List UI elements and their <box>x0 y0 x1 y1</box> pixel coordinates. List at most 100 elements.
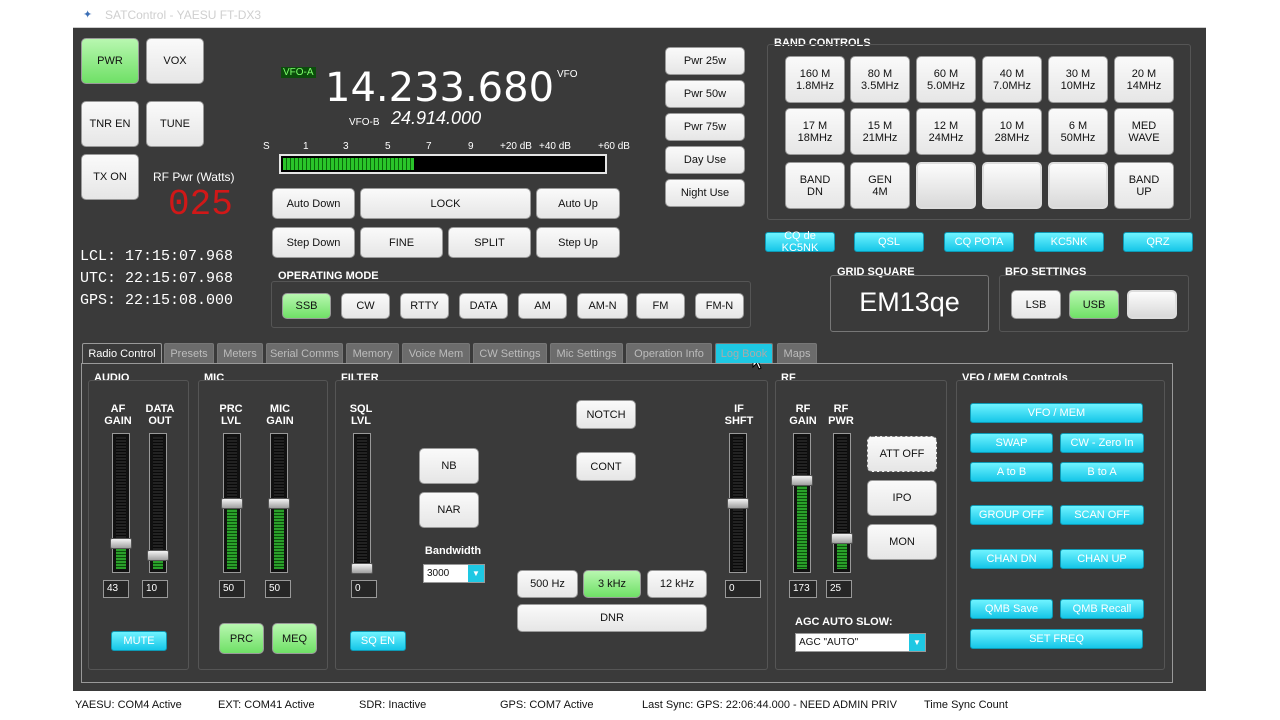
auto-down-button[interactable]: Auto Down <box>272 188 355 219</box>
rf-gain-slider[interactable] <box>793 433 811 573</box>
band-blank-button[interactable] <box>916 162 976 209</box>
chan-dn-button[interactable]: CHAN DN <box>970 549 1053 569</box>
nar-button[interactable]: NAR <box>419 492 479 528</box>
preset-button-pwr-75w[interactable]: Pwr 75w <box>665 113 745 141</box>
band-button-160-m[interactable]: 160 M 1.8MHz <box>785 56 845 103</box>
band-button-6-m[interactable]: 6 M 50MHz <box>1048 108 1108 155</box>
mode-button-ssb[interactable]: SSB <box>282 293 331 319</box>
prc-lvl-slider-thumb[interactable] <box>221 498 243 509</box>
band-dn-button[interactable]: BAND DN <box>785 162 845 209</box>
band-button-10-m[interactable]: 10 M 28MHz <box>982 108 1042 155</box>
macro-button-qsl[interactable]: QSL <box>854 232 924 252</box>
sql-lvl-slider-thumb[interactable] <box>351 563 373 574</box>
tab-presets[interactable]: Presets <box>164 343 214 363</box>
band-button-17-m[interactable]: 17 M 18MHz <box>785 108 845 155</box>
qmb-save-button[interactable]: QMB Save <box>970 599 1053 619</box>
prc-button[interactable]: PRC <box>219 623 264 654</box>
chevron-down-icon[interactable]: ▼ <box>468 565 484 582</box>
preset-button-day-use[interactable]: Day Use <box>665 146 745 174</box>
macro-button-qrz[interactable]: QRZ <box>1123 232 1193 252</box>
bfo-blank-button[interactable] <box>1127 290 1177 319</box>
dnr-button[interactable]: DNR <box>517 604 707 632</box>
mode-button-fm[interactable]: FM <box>636 293 685 319</box>
notch-button[interactable]: NOTCH <box>576 400 636 429</box>
band-button-40-m[interactable]: 40 M 7.0MHz <box>982 56 1042 103</box>
mode-button-am[interactable]: AM <box>518 293 567 319</box>
band-button-15-m[interactable]: 15 M 21MHz <box>850 108 910 155</box>
pwr-button[interactable]: PWR <box>81 38 139 84</box>
band-button-60-m[interactable]: 60 M 5.0MHz <box>916 56 976 103</box>
agc-select[interactable]: AGC "AUTO" ▼ <box>795 633 926 652</box>
meq-button[interactable]: MEQ <box>272 623 317 654</box>
mode-button-cw[interactable]: CW <box>341 293 390 319</box>
tab-operation-info[interactable]: Operation Info <box>626 343 712 363</box>
mode-button-am-n[interactable]: AM-N <box>577 293 628 319</box>
band-button-30-m[interactable]: 30 M 10MHz <box>1048 56 1108 103</box>
bandwidth-select[interactable]: 3000 ▼ <box>423 564 485 583</box>
cw-zero-in-button[interactable]: CW - Zero In <box>1060 433 1144 453</box>
sql-lvl-slider[interactable] <box>353 433 371 573</box>
tab-meters[interactable]: Meters <box>217 343 263 363</box>
scan-off-button[interactable]: SCAN OFF <box>1060 505 1144 525</box>
lsb-button[interactable]: LSB <box>1011 290 1061 319</box>
qmb-recall-button[interactable]: QMB Recall <box>1060 599 1144 619</box>
gen-4m-button[interactable]: GEN 4M <box>850 162 910 209</box>
band-button-12-m[interactable]: 12 M 24MHz <box>916 108 976 155</box>
data-out-slider-thumb[interactable] <box>147 550 169 561</box>
rf-pwr-slider[interactable] <box>833 433 851 573</box>
tab-voice-mem[interactable]: Voice Mem <box>402 343 470 363</box>
macro-button-kc5nk[interactable]: KC5NK <box>1034 232 1104 252</box>
mode-button-fm-n[interactable]: FM-N <box>695 293 744 319</box>
bw-3khz-button[interactable]: 3 kHz <box>583 570 641 598</box>
tab-cw-settings[interactable]: CW Settings <box>473 343 547 363</box>
swap-button[interactable]: SWAP <box>970 433 1053 453</box>
group-off-button[interactable]: GROUP OFF <box>970 505 1053 525</box>
preset-button-night-use[interactable]: Night Use <box>665 179 745 207</box>
tab-memory[interactable]: Memory <box>346 343 399 363</box>
macro-button-cq-de-kc5nk[interactable]: CQ de KC5NK <box>765 230 835 254</box>
tab-log-book[interactable]: Log Book <box>715 343 773 363</box>
bw-500hz-button[interactable]: 500 Hz <box>517 570 578 598</box>
mic-gain-slider-thumb[interactable] <box>268 498 290 509</box>
ipo-button[interactable]: IPO <box>867 480 937 516</box>
usb-button[interactable]: USB <box>1069 290 1119 319</box>
split-button[interactable]: SPLIT <box>448 227 531 258</box>
if-shft-slider-thumb[interactable] <box>727 498 749 509</box>
nb-button[interactable]: NB <box>419 448 479 484</box>
af-gain-slider-thumb[interactable] <box>110 538 132 549</box>
tab-maps[interactable]: Maps <box>777 343 817 363</box>
band-button-med[interactable]: MED WAVE <box>1114 108 1174 155</box>
bw-12khz-button[interactable]: 12 kHz <box>647 570 707 598</box>
vfo-mem-button[interactable]: VFO / MEM <box>970 403 1143 423</box>
att-off-button[interactable]: ATT OFF <box>867 436 937 472</box>
rf-pwr-slider-thumb[interactable] <box>831 533 853 544</box>
macro-button-cq-pota[interactable]: CQ POTA <box>944 232 1014 252</box>
band-button-20-m[interactable]: 20 M 14MHz <box>1114 56 1174 103</box>
a-to-b-button[interactable]: A to B <box>970 462 1053 482</box>
step-up-button[interactable]: Step Up <box>536 227 620 258</box>
set-freq-button[interactable]: SET FREQ <box>970 629 1143 649</box>
cont-button[interactable]: CONT <box>576 452 636 481</box>
vox-button[interactable]: VOX <box>146 38 204 84</box>
tab-mic-settings[interactable]: Mic Settings <box>550 343 623 363</box>
tab-serial-comms[interactable]: Serial Comms <box>266 343 343 363</box>
fine-button[interactable]: FINE <box>360 227 443 258</box>
tab-radio-control[interactable]: Radio Control <box>82 343 162 363</box>
sq-en-button[interactable]: SQ EN <box>350 631 406 651</box>
band-blank-button[interactable] <box>1048 162 1108 209</box>
tnr-en-button[interactable]: TNR EN <box>81 101 139 147</box>
chevron-down-icon[interactable]: ▼ <box>909 634 925 651</box>
mon-button[interactable]: MON <box>867 524 937 560</box>
mode-button-rtty[interactable]: RTTY <box>400 293 449 319</box>
tx-on-button[interactable]: TX ON <box>81 154 139 200</box>
lock-button[interactable]: LOCK <box>360 188 531 219</box>
tune-button[interactable]: TUNE <box>146 101 204 147</box>
chan-up-button[interactable]: CHAN UP <box>1060 549 1144 569</box>
af-gain-slider[interactable] <box>112 433 130 573</box>
auto-up-button[interactable]: Auto Up <box>536 188 620 219</box>
mode-button-data[interactable]: DATA <box>459 293 508 319</box>
band-up-button[interactable]: BAND UP <box>1114 162 1174 209</box>
step-down-button[interactable]: Step Down <box>272 227 355 258</box>
b-to-a-button[interactable]: B to A <box>1060 462 1144 482</box>
mute-button[interactable]: MUTE <box>111 631 167 651</box>
